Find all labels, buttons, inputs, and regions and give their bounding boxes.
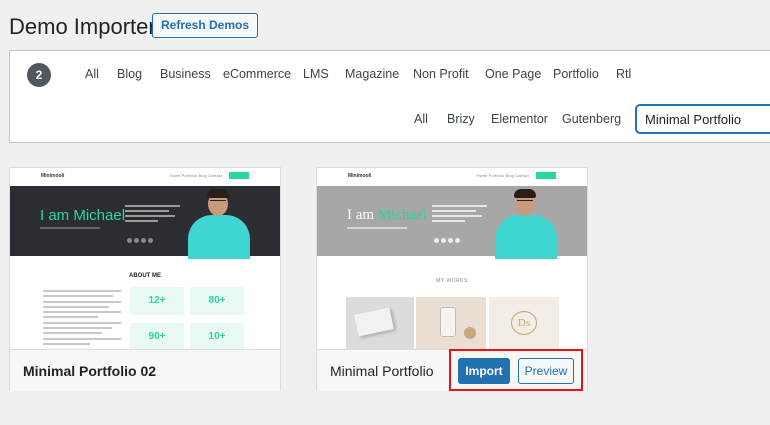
demo-thumbnail[interactable]: Minimooli Home Portfolio Blog Contact I … [317,168,587,349]
stat-box: 10+ [190,323,244,349]
thumbnail-logo: Minimooli [41,173,65,179]
demo-count-badge: 2 [27,63,51,87]
social-icons [127,230,155,248]
category-one-page[interactable]: One Page [485,67,541,81]
search-input[interactable] [636,105,770,133]
social-icons [434,230,462,248]
page-title: Demo Importer [9,14,156,39]
builder-gutenberg[interactable]: Gutenberg [562,112,621,126]
category-non-profit[interactable]: Non Profit [413,67,469,81]
thumbnail-nav: Minimooli Home Portfolio Blog Contact [10,168,280,186]
category-magazine[interactable]: Magazine [345,67,399,81]
person-image [188,215,250,259]
thumbnail-hero: I am Michael [317,186,587,259]
demo-name: Minimal Portfolio 02 [23,363,157,379]
category-business[interactable]: Business [160,67,211,81]
about-text [43,290,121,348]
thumbnail-nav: Minimooli Home Portfolio Blog Contact [317,168,587,186]
about-title: ABOUT ME [129,273,161,279]
highlight-annotation [449,349,583,391]
hero-paragraph [432,205,487,225]
builder-brizy[interactable]: Brizy [447,112,475,126]
works-title: MY WORKS [436,278,468,284]
hero-title: I am Michael [40,207,126,224]
stat-box: 90+ [130,323,184,349]
portfolio-work-item [346,297,414,349]
demo-name: Minimal Portfolio [330,363,434,379]
card-footer: Minimal Portfolio 02 [10,349,280,391]
portfolio-work-item [416,297,486,349]
category-rtl[interactable]: Rtl [616,67,631,81]
category-blog[interactable]: Blog [117,67,142,81]
hero-title: I am Michael [347,207,427,223]
hero-subtitle [40,227,100,229]
person-image [495,215,557,259]
thumbnail-cta [229,172,249,179]
thumbnail-logo: Minimooli [348,173,372,179]
category-portfolio[interactable]: Portfolio [553,67,599,81]
thumbnail-hero: I am Michael [10,186,280,259]
portfolio-work-item: Ds [489,297,559,349]
builder-elementor[interactable]: Elementor [491,112,548,126]
hero-subtitle [347,227,407,229]
demo-thumbnail[interactable]: Minimooli Home Portfolio Blog Contact I … [10,168,280,349]
stat-box: 80+ [190,287,244,315]
category-ecommerce[interactable]: eCommerce [223,67,291,81]
thumbnail-nav-links: Home Portfolio Blog Contact [477,174,530,178]
hero-paragraph [125,205,180,225]
filter-panel: 2 All Blog Business eCommerce LMS Magazi… [9,50,770,143]
category-all[interactable]: All [85,67,99,81]
thumbnail-cta [536,172,556,179]
builder-all[interactable]: All [414,112,428,126]
refresh-demos-button[interactable]: Refresh Demos [152,13,259,38]
stat-box: 12+ [130,287,184,315]
thumbnail-nav-links: Home Portfolio Blog Contact [170,174,223,178]
category-lms[interactable]: LMS [303,67,329,81]
demo-card-minimal-portfolio-02[interactable]: Minimooli Home Portfolio Blog Contact I … [9,167,281,391]
